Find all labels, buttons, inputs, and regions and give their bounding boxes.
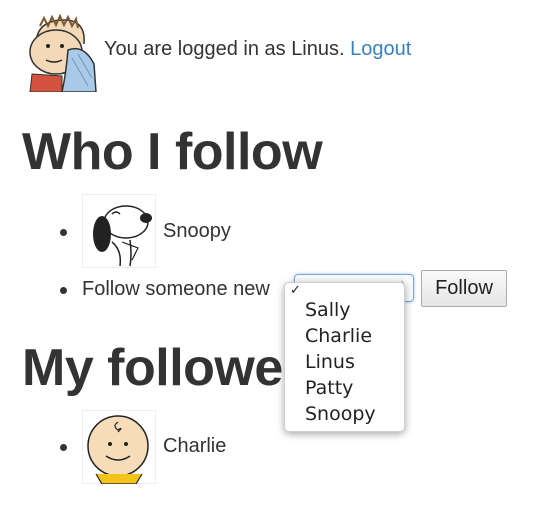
logout-link[interactable]: Logout — [350, 38, 411, 60]
dropdown-option-sally[interactable]: Sally — [305, 299, 351, 321]
checkmark-icon: ✓ — [290, 282, 301, 297]
user-bar: You are logged in as Linus. Logout — [22, 14, 411, 92]
dropdown-option-charlie[interactable]: Charlie — [305, 325, 372, 347]
login-status: You are logged in as Linus. Logout — [104, 38, 411, 61]
bullet-icon — [60, 229, 67, 236]
dropdown-option-snoopy[interactable]: Snoopy — [305, 403, 376, 425]
bullet-icon — [60, 444, 67, 451]
follow-select-dropdown: ✓ Sally Charlie Linus Patty Snoopy — [284, 282, 405, 432]
linus-avatar — [22, 14, 100, 92]
snoopy-avatar — [82, 194, 156, 268]
bullet-icon — [60, 287, 67, 294]
dropdown-option-patty[interactable]: Patty — [305, 377, 353, 399]
follower-name: Charlie — [163, 435, 227, 457]
who-i-follow-heading: Who I follow — [22, 123, 323, 181]
following-name: Snoopy — [163, 220, 231, 242]
charlie-avatar — [82, 410, 156, 484]
follow-button[interactable]: Follow — [421, 270, 507, 307]
follow-new-label: Follow someone new — [82, 278, 270, 300]
login-status-text: You are logged in as Linus. — [104, 37, 345, 60]
dropdown-option-linus[interactable]: Linus — [305, 351, 355, 373]
